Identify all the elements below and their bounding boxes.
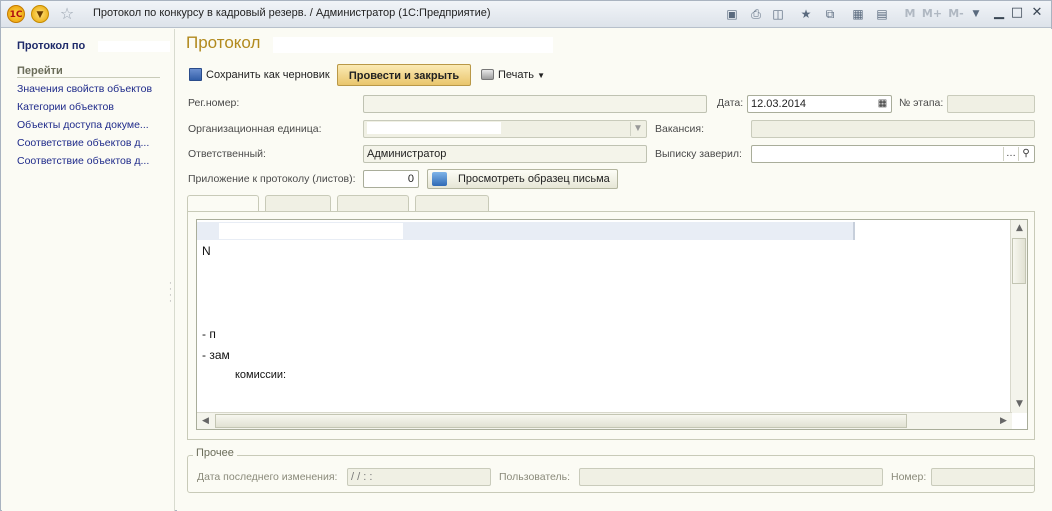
1c-logo-icon[interactable]: 1С xyxy=(7,5,25,23)
number-field xyxy=(931,468,1035,486)
org-unit-label: Организационная единица: xyxy=(188,123,322,135)
vacancy-label: Вакансия: xyxy=(655,123,705,135)
floppy-disk-icon xyxy=(189,68,202,81)
memory-mplus-button[interactable]: M+ xyxy=(921,6,943,22)
minimize-icon[interactable]: ▁ xyxy=(991,5,1007,21)
date-field[interactable]: 12.03.2014 ▦ xyxy=(747,95,892,113)
preview-letter-label: Просмотреть образец письма xyxy=(458,173,610,185)
tab-panel: N - п - зам комиссии: ▲ ▼ ◀ ▶ xyxy=(187,211,1035,440)
nav-panel-title: Протокол по xyxy=(17,40,86,52)
tab-2[interactable] xyxy=(265,195,331,211)
vertical-scroll-thumb[interactable] xyxy=(1012,238,1026,284)
link-icon[interactable]: ⧉ xyxy=(821,6,839,22)
stage-label: № этапа: xyxy=(899,97,944,109)
attachment-sheets-label: Приложение к протоколу (листов): xyxy=(188,173,356,185)
redacted-area xyxy=(273,37,553,53)
preview-letter-icon xyxy=(432,172,447,186)
add-favorite-icon[interactable]: ★ xyxy=(797,6,815,22)
stage-field[interactable] xyxy=(947,95,1035,113)
scroll-up-icon[interactable]: ▲ xyxy=(1012,221,1027,236)
nav-link-object-correspondence-2[interactable]: Соответствие объектов д... xyxy=(17,155,149,167)
navigation-panel: Протокол по Перейти Значения свойств объ… xyxy=(2,29,175,511)
preview-icon[interactable]: ◫ xyxy=(769,6,787,22)
attachment-sheets-field[interactable]: 0 xyxy=(363,170,419,188)
save-icon[interactable]: ▣ xyxy=(723,6,741,22)
select-ellipsis-button[interactable]: … xyxy=(1003,147,1018,161)
tab-3[interactable] xyxy=(337,195,409,211)
user-label: Пользователь: xyxy=(499,471,571,483)
main-menu-icon[interactable]: ▼ xyxy=(31,5,49,23)
page-title: Протокол xyxy=(186,33,261,52)
close-icon[interactable]: ✕ xyxy=(1029,5,1045,21)
printer-icon xyxy=(481,69,494,80)
scroll-right-icon[interactable]: ▶ xyxy=(996,414,1011,429)
nav-link-object-correspondence-1[interactable]: Соответствие объектов д... xyxy=(17,137,149,149)
editor-line: комиссии: xyxy=(235,369,287,381)
certified-by-field[interactable]: … ⚲ xyxy=(751,145,1035,163)
calendar-icon[interactable]: ▦ xyxy=(875,97,890,111)
nav-link-document-access-objects[interactable]: Объекты доступа докуме... xyxy=(17,119,149,131)
editor-vertical-scrollbar[interactable]: ▲ ▼ xyxy=(1010,220,1027,413)
editor-line: N xyxy=(202,244,211,258)
print-label: Печать xyxy=(498,69,535,81)
other-group-title: Прочее xyxy=(193,447,237,459)
editor-line: - п xyxy=(202,327,216,341)
editor-line: - зам xyxy=(202,348,230,362)
date-label: Дата: xyxy=(717,97,744,109)
scroll-left-icon[interactable]: ◀ xyxy=(198,414,213,429)
print-menu-button[interactable]: Печать ▼ xyxy=(479,64,545,86)
protocol-text-editor[interactable]: N - п - зам комиссии: ▲ ▼ ◀ ▶ xyxy=(196,219,1028,430)
calculator-icon[interactable]: ▦ xyxy=(849,6,867,22)
reg-number-label: Рег.номер: xyxy=(188,97,240,109)
tab-protocol-text[interactable] xyxy=(187,195,259,211)
nav-divider xyxy=(17,77,160,78)
responsible-field[interactable]: Администратор xyxy=(363,145,647,163)
redacted-area xyxy=(98,41,170,52)
last-modified-field: / / : : xyxy=(347,468,491,486)
nav-link-object-categories[interactable]: Категории объектов xyxy=(17,101,114,113)
title-bar: 1С ▼ ☆ Протокол по конкурсу в кадровый р… xyxy=(1,1,1051,28)
responsible-label: Ответственный: xyxy=(188,148,266,160)
form-area: Протокол Сохранить как черновик Провести… xyxy=(177,29,1052,511)
window-title: Протокол по конкурсу в кадровый резерв. … xyxy=(93,7,491,19)
number-label: Номер: xyxy=(891,471,927,483)
nav-link-property-values[interactable]: Значения свойств объектов xyxy=(17,83,152,95)
certified-by-label: Выписку заверил: xyxy=(655,148,742,160)
maximize-icon[interactable]: □ xyxy=(1009,5,1025,21)
user-field xyxy=(579,468,883,486)
memory-m-button[interactable]: M xyxy=(899,6,921,22)
memory-mminus-button[interactable]: M- xyxy=(945,6,967,22)
horizontal-scroll-thumb[interactable] xyxy=(215,414,907,428)
panel-splitter-handle[interactable]: · · · · xyxy=(169,280,173,311)
redacted-area xyxy=(367,122,501,134)
editor-horizontal-scrollbar[interactable]: ◀ ▶ xyxy=(197,412,1012,429)
calendar-icon[interactable]: ▤ xyxy=(873,6,891,22)
last-modified-label: Дата последнего изменения: xyxy=(197,471,338,483)
reg-number-field[interactable] xyxy=(363,95,707,113)
preview-letter-button[interactable]: Просмотреть образец письма xyxy=(427,169,618,189)
chevron-down-icon: ▼ xyxy=(537,71,546,80)
tab-4[interactable] xyxy=(415,195,489,211)
print-icon[interactable]: ⎙ xyxy=(747,6,765,22)
save-draft-label: Сохранить как черновик xyxy=(206,69,330,81)
date-value: 12.03.2014 xyxy=(751,98,807,110)
nav-section-go: Перейти xyxy=(17,65,63,77)
redacted-area xyxy=(219,223,403,239)
app-window: 1С ▼ ☆ Протокол по конкурсу в кадровый р… xyxy=(0,0,1052,511)
vacancy-field[interactable] xyxy=(751,120,1035,138)
scroll-down-icon[interactable]: ▼ xyxy=(1012,397,1027,412)
search-icon[interactable]: ⚲ xyxy=(1018,147,1033,161)
post-and-close-button[interactable]: Провести и закрыть xyxy=(337,64,471,86)
favorites-star-icon[interactable]: ☆ xyxy=(58,5,76,23)
chevron-down-icon[interactable]: ▼ xyxy=(630,122,645,136)
save-draft-button[interactable]: Сохранить как черновик xyxy=(187,64,330,86)
chevron-down-icon[interactable]: ▼ xyxy=(967,6,985,22)
